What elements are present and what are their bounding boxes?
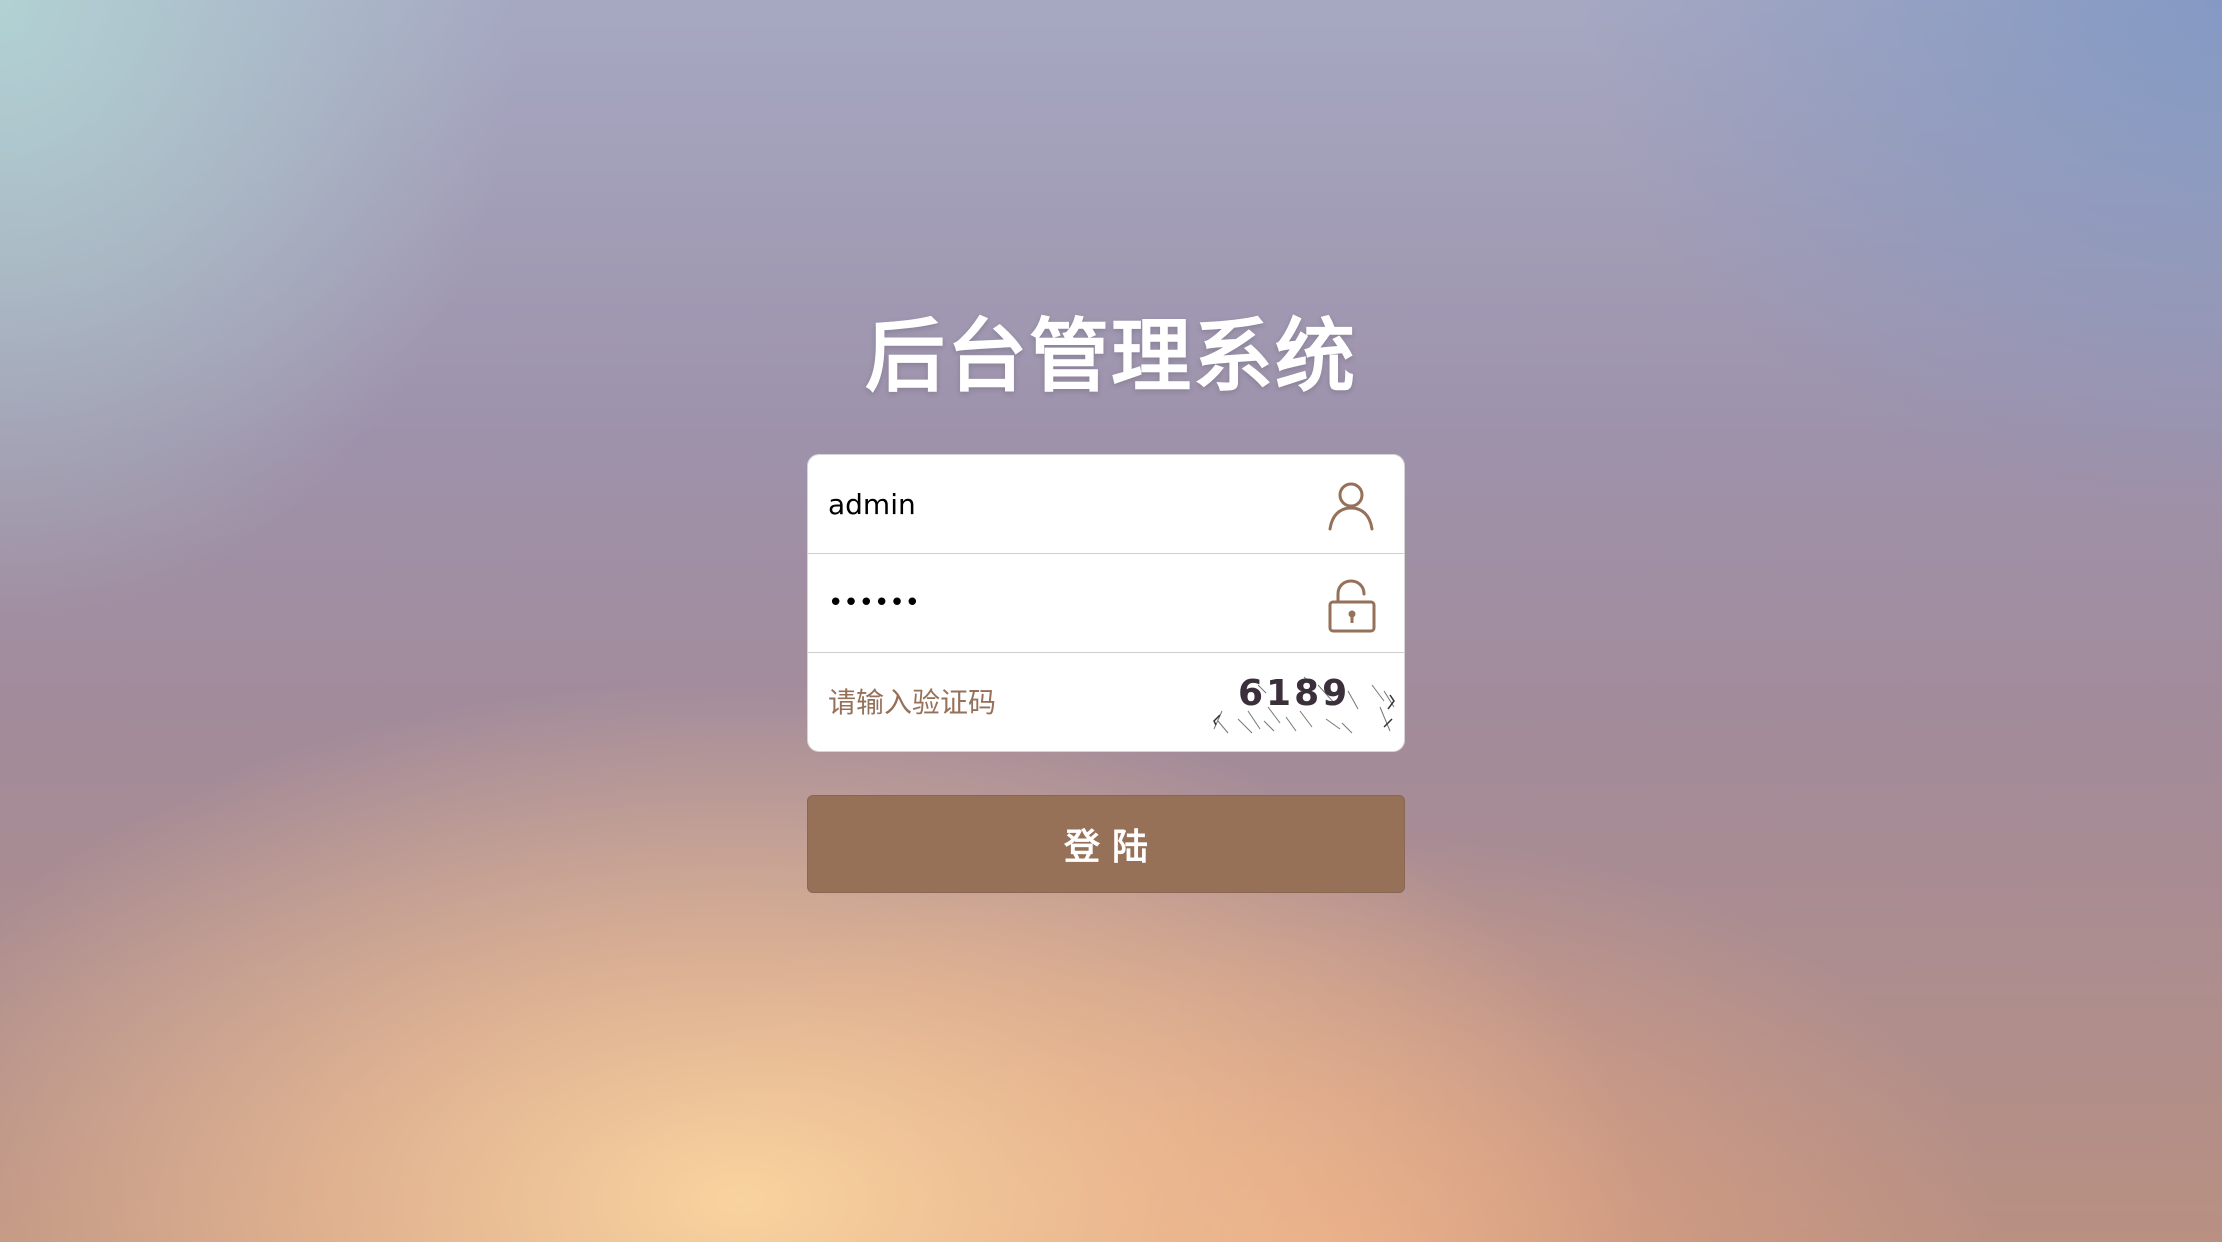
password-input[interactable] xyxy=(828,554,1268,652)
captcha-field: 6189 xyxy=(808,653,1404,751)
user-icon xyxy=(1328,482,1374,531)
captcha-image[interactable]: 6189 xyxy=(1208,671,1398,735)
username-input[interactable] xyxy=(828,455,1268,553)
password-field xyxy=(808,554,1404,653)
captcha-input[interactable] xyxy=(828,653,1268,751)
captcha-code: 6189 xyxy=(1238,673,1350,714)
unlock-icon xyxy=(1328,579,1376,633)
login-form: 6189 xyxy=(807,454,1405,752)
login-button[interactable]: 登陆 xyxy=(807,795,1405,893)
username-field xyxy=(808,455,1404,554)
page-title: 后台管理系统 xyxy=(865,310,1357,403)
